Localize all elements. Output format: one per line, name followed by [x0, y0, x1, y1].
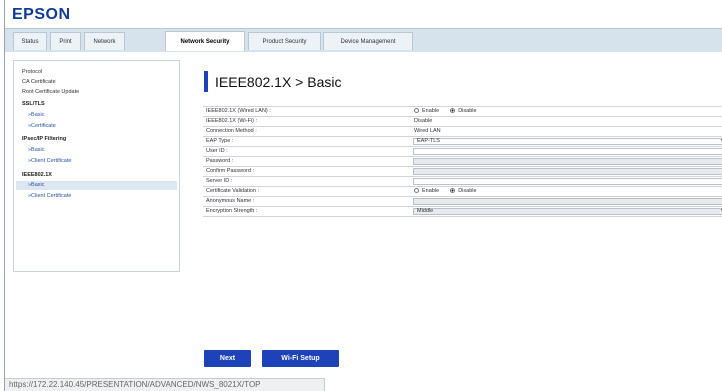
eap-type-label: EAP Type :: [206, 138, 234, 144]
sidebar-heading-ssl-tls: SSL/TLS: [22, 101, 45, 107]
wired-lan-enable-radio[interactable]: [414, 108, 419, 114]
eap-type-select[interactable]: EAP-TLS ▼: [413, 138, 722, 145]
status-bar-url: https://172.22.140.45/PRESENTATION/ADVAN…: [5, 378, 325, 391]
sidebar-item-ieee-client-certificate[interactable]: »Client Certificate: [28, 193, 71, 199]
encryption-strength-value: Middle: [417, 208, 434, 214]
connection-method-label: Connection Method :: [206, 128, 257, 134]
cert-validation-enable-label: Enable: [422, 188, 440, 194]
browser-viewport: EPSON Status Print Network Network Secur…: [4, 0, 722, 391]
wifi-setup-button[interactable]: Wi-Fi Setup: [262, 350, 339, 367]
sidebar-item-ca-certificate[interactable]: CA Certificate: [22, 79, 56, 85]
tab-status[interactable]: Status: [13, 32, 47, 50]
page-title: IEEE802.1X > Basic: [215, 74, 342, 90]
sidebar: Protocol CA Certificate Root Certificate…: [13, 60, 180, 272]
sidebar-item-ssl-certificate[interactable]: »Certificate: [28, 123, 56, 129]
password-input[interactable]: [413, 158, 722, 165]
encryption-strength-label: Encryption Strength :: [206, 208, 258, 214]
row-divider: [203, 196, 722, 197]
connection-method-value: Wired LAN: [414, 128, 441, 134]
row-divider: [203, 126, 722, 127]
row-divider: [203, 176, 722, 177]
sidebar-heading-ipsec: IPsec/IP Filtering: [22, 136, 67, 142]
anonymous-name-input[interactable]: [413, 198, 722, 205]
title-accent-bar: [204, 71, 208, 92]
password-label: Password :: [206, 158, 234, 164]
row-divider: [203, 106, 722, 107]
confirm-password-input[interactable]: [413, 168, 722, 175]
tab-bar: Status Print Network Network Security Pr…: [5, 28, 722, 53]
eap-type-value: EAP-TLS: [417, 138, 440, 144]
row-divider: [203, 116, 722, 117]
row-divider: [203, 206, 722, 207]
row-divider: [203, 146, 722, 147]
wifi-label: IEEE802.1X (Wi-Fi) :: [206, 118, 258, 124]
sidebar-item-ssl-basic[interactable]: »Basic: [28, 112, 45, 118]
row-divider: [203, 136, 722, 137]
cert-validation-disable-radio[interactable]: [450, 188, 456, 194]
sidebar-item-ipsec-basic[interactable]: »Basic: [28, 147, 45, 153]
tab-device-management[interactable]: Device Management: [323, 32, 413, 50]
cert-validation-enable-radio[interactable]: [414, 188, 419, 194]
tab-product-security[interactable]: Product Security: [248, 32, 321, 50]
wired-lan-enable-label: Enable: [422, 108, 440, 114]
wired-lan-disable-label: Disable: [458, 108, 477, 114]
row-divider: [203, 186, 722, 187]
wifi-value: Disable: [414, 118, 433, 124]
wired-lan-radio-group: Enable Disable: [414, 108, 477, 114]
sidebar-item-ieee-basic[interactable]: »Basic: [28, 182, 45, 188]
sidebar-heading-ieee8021x: IEEE802.1X: [22, 172, 52, 178]
cert-validation-disable-label: Disable: [458, 188, 477, 194]
row-divider: [203, 156, 722, 157]
user-id-input[interactable]: [413, 148, 722, 155]
wired-lan-label: IEEE802.1X (Wired LAN) :: [206, 108, 271, 114]
user-id-label: User ID :: [206, 148, 228, 154]
sidebar-item-ipsec-client-certificate[interactable]: »Client Certificate: [28, 158, 71, 164]
tab-print[interactable]: Print: [50, 32, 81, 50]
confirm-password-label: Confirm Password :: [206, 168, 254, 174]
sidebar-item-protocol[interactable]: Protocol: [22, 69, 42, 75]
row-divider: [203, 216, 722, 217]
row-divider: [203, 166, 722, 167]
certificate-validation-label: Certificate Validation :: [206, 188, 260, 194]
sidebar-item-root-certificate-update[interactable]: Root Certificate Update: [22, 89, 79, 95]
server-id-input[interactable]: [413, 178, 722, 185]
anonymous-name-label: Anonymous Name :: [206, 198, 255, 204]
epson-logo: EPSON: [12, 6, 71, 23]
tab-network-security[interactable]: Network Security: [165, 31, 245, 51]
tab-network[interactable]: Network: [84, 32, 125, 50]
wired-lan-disable-radio[interactable]: [450, 108, 456, 114]
header: EPSON: [5, 0, 722, 28]
next-button[interactable]: Next: [204, 350, 251, 367]
certificate-validation-radio-group: Enable Disable: [414, 188, 477, 194]
encryption-strength-select[interactable]: Middle ▼: [413, 208, 722, 215]
server-id-label: Server ID :: [206, 178, 233, 184]
